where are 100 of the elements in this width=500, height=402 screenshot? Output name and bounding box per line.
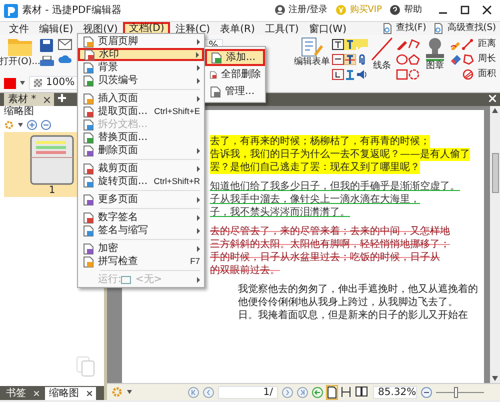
opacity-dropdown[interactable]: 100% — [29, 76, 80, 90]
zoom-out-icon[interactable] — [41, 120, 51, 130]
speaker-icon[interactable] — [356, 69, 368, 80]
menu-item[interactable]: 背景 — [78, 61, 204, 74]
menu-bar-item[interactable]: 文件 — [4, 22, 34, 35]
document-icon — [82, 144, 94, 156]
menu-bar-item[interactable]: 工具(T) — [260, 22, 304, 35]
zoom-level-dropdown[interactable]: 85.32% — [373, 386, 417, 398]
previous-page-icon[interactable] — [203, 386, 214, 398]
page-number-field[interactable]: 1/ — [218, 386, 278, 398]
stamp-label[interactable]: 图章 — [426, 61, 444, 72]
polyline-icon[interactable] — [408, 39, 420, 50]
cloud-icon[interactable] — [58, 54, 72, 64]
form-edit-icon[interactable] — [301, 37, 323, 57]
menu-item[interactable]: 贝茨编号 — [78, 74, 204, 87]
menu-item[interactable]: 签名与缩写 — [78, 224, 204, 237]
dropdown-caret-icon[interactable] — [18, 123, 23, 127]
scroll-up-icon[interactable] — [492, 108, 498, 113]
pencil-icon[interactable] — [396, 39, 408, 50]
back-icon[interactable] — [312, 386, 323, 398]
text-tool-icon[interactable] — [344, 39, 356, 50]
open-button-label[interactable]: 打开(O)... — [0, 57, 40, 68]
printer-icon[interactable] — [40, 56, 54, 68]
rectangle-icon[interactable] — [396, 69, 408, 80]
close-icon[interactable] — [482, 5, 492, 16]
text-line: 我觉察他去的匆匆了，伸出手遮挽时，他又从遮挽着的 — [238, 283, 478, 296]
measure-tool-label[interactable]: 距离 — [478, 39, 496, 50]
maximize-icon[interactable] — [460, 5, 470, 16]
find-button[interactable]: 查找(F) — [396, 23, 426, 34]
next-page-icon[interactable] — [282, 386, 293, 398]
underlined-text-line: 知道他们给了我多少日子，但我的手确乎是渐渐空虚了。 — [210, 180, 460, 193]
dropdown-caret-icon[interactable] — [127, 390, 132, 394]
text-field-icon[interactable] — [332, 39, 344, 50]
help-icon — [390, 5, 400, 16]
area-icon — [462, 69, 474, 80]
text-tool-icon[interactable] — [344, 69, 356, 80]
menu-bar-item[interactable]: 视图(V) — [78, 22, 123, 35]
single-page-icon[interactable] — [327, 386, 337, 398]
line-tool-icon[interactable] — [371, 37, 393, 61]
dropdown-caret-icon[interactable] — [20, 81, 25, 85]
menu-item[interactable]: 全部删除 — [205, 66, 265, 83]
document-icon — [82, 62, 94, 74]
find-button[interactable]: 高级查找(S) — [447, 23, 496, 34]
menu-item[interactable]: 插入页面 — [78, 92, 204, 105]
menu-bar-item[interactable]: 注释(C) — [170, 22, 216, 35]
fit-width-icon[interactable] — [341, 386, 351, 398]
stamp-icon[interactable] — [425, 37, 445, 61]
text-field-icon[interactable] — [332, 54, 344, 65]
zoom-in-icon[interactable] — [27, 120, 37, 130]
coin-icon — [336, 5, 346, 16]
menu-item[interactable]: 页眉页脚 — [78, 35, 204, 48]
save-icon[interactable] — [40, 39, 53, 52]
document-icon — [82, 256, 94, 268]
panel-title: 缩略图 — [4, 106, 34, 117]
document-icon — [82, 162, 94, 174]
mail-icon[interactable] — [58, 39, 72, 50]
menu-item[interactable]: 管理... — [205, 83, 265, 100]
ellipse-icon[interactable] — [396, 54, 408, 65]
window-icon — [121, 276, 132, 284]
last-page-icon[interactable] — [297, 386, 308, 398]
scrollbar-thumb[interactable] — [492, 153, 498, 193]
thumbnail-page-drawing — [30, 135, 74, 185]
title-bar-link[interactable]: 注册/登录 — [288, 5, 328, 16]
menu-item[interactable]: 添加... — [205, 49, 265, 66]
close-icon[interactable] — [44, 96, 50, 102]
menu-item[interactable]: 拼写检查 F7 — [78, 255, 204, 268]
zoom-out-icon[interactable] — [421, 386, 432, 398]
slider-thumb[interactable] — [454, 386, 458, 398]
close-icon[interactable] — [87, 391, 92, 396]
add-tab-icon[interactable] — [58, 94, 66, 102]
text-field-icon[interactable] — [332, 69, 344, 80]
title-bar-link[interactable]: 帮助 — [404, 5, 422, 16]
polygon-icon[interactable] — [408, 54, 420, 65]
edit-form-label[interactable]: 编辑表单 — [294, 57, 330, 68]
panel-tab[interactable]: 缩略图 — [45, 387, 96, 400]
distance-icon — [462, 39, 474, 50]
measure-tool-label[interactable]: 面积 — [478, 69, 496, 80]
vertical-scrollbar[interactable] — [490, 106, 500, 383]
eraser-icon[interactable] — [450, 54, 462, 65]
cloud-shape-icon[interactable] — [408, 69, 420, 80]
first-page-icon[interactable] — [188, 386, 199, 398]
menu-bar-item[interactable]: 编辑(E) — [34, 22, 78, 35]
line-tool-label[interactable]: 线条 — [373, 61, 391, 72]
document-icon — [83, 48, 95, 60]
menu-bar-item[interactable]: 表单(R) — [215, 22, 260, 35]
zoom-slider[interactable] — [436, 386, 484, 398]
user-icon — [274, 5, 285, 16]
scroll-down-icon[interactable] — [492, 376, 498, 381]
document-tab[interactable]: 素材 * — [4, 93, 54, 106]
menu-item[interactable]: 加密 — [78, 242, 204, 255]
signature-pen-icon[interactable] — [450, 39, 462, 50]
menu-item[interactable]: 水印 — [78, 48, 204, 61]
menu-bar-item[interactable]: 窗口(W) — [304, 22, 352, 35]
measure-tool-label[interactable]: 周长 — [478, 54, 496, 65]
app-logo-icon — [4, 4, 18, 18]
color-swatch-icon[interactable] — [4, 78, 16, 88]
two-page-icon[interactable] — [355, 386, 369, 398]
strikeout-text-icon[interactable] — [344, 54, 356, 65]
menu-item[interactable]: 数字签名 — [78, 211, 204, 224]
menu-item[interactable]: 提取页面... Ctrl+Shift+E — [78, 105, 204, 118]
